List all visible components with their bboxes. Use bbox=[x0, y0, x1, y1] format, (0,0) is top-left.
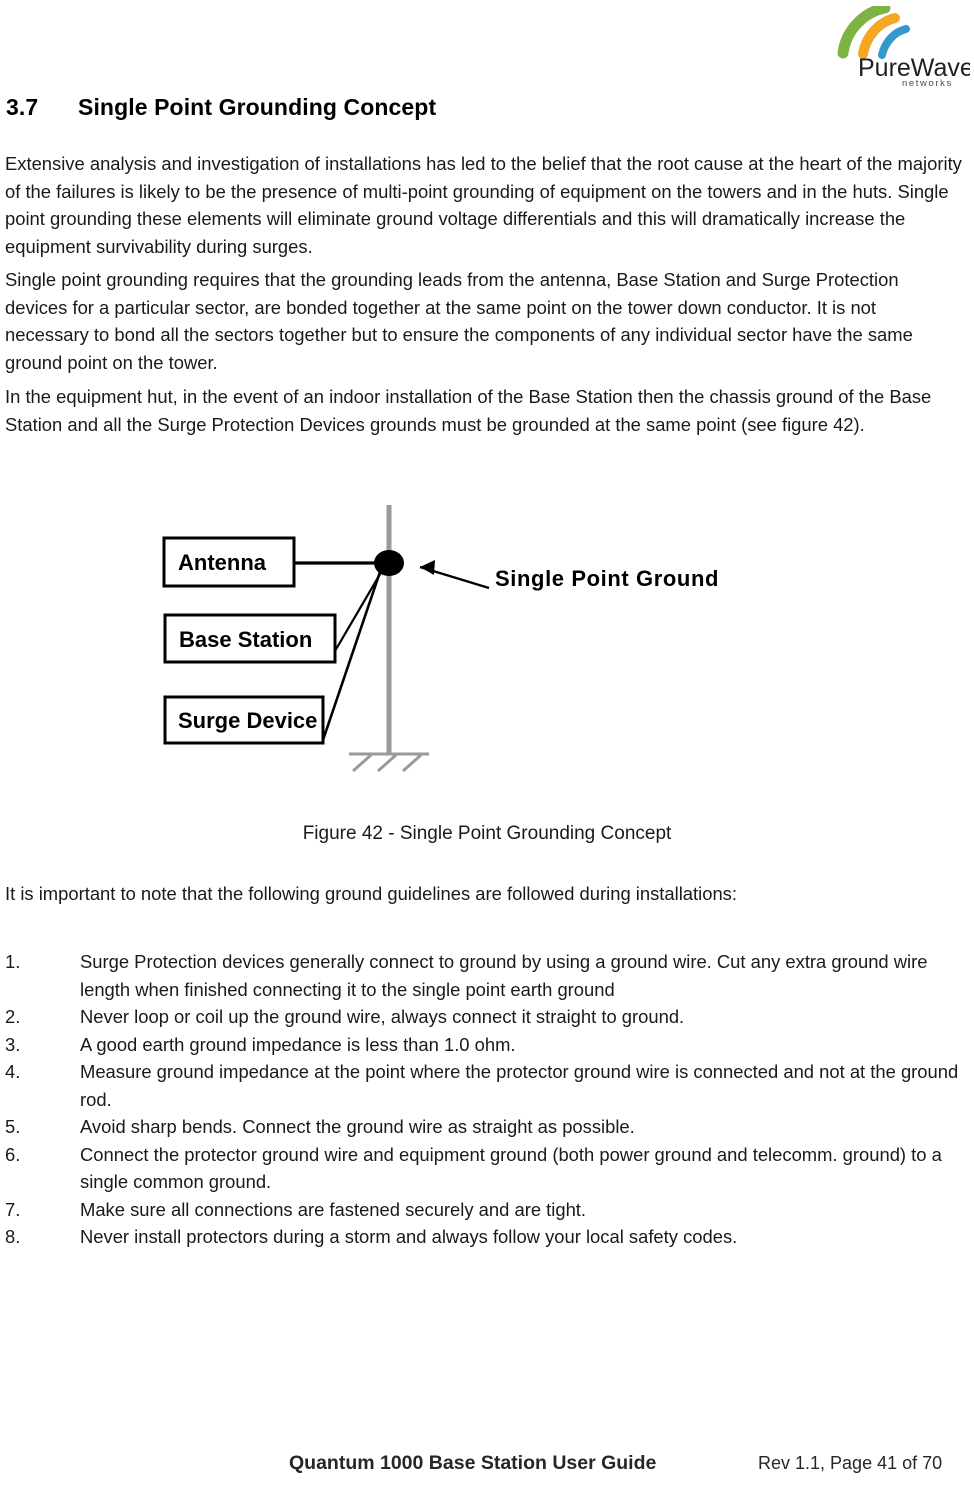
list-item-text: Make sure all connections are fastened s… bbox=[80, 1198, 587, 1220]
diagram-box-antenna-label: Antenna bbox=[178, 550, 267, 575]
list-item-text: A good earth ground impedance is less th… bbox=[80, 1033, 516, 1055]
section-title: Single Point Grounding Concept bbox=[78, 94, 437, 120]
list-item: 7. Make sure all connections are fastene… bbox=[5, 1196, 965, 1224]
list-item: 8. Never install protectors during a sto… bbox=[5, 1223, 965, 1251]
list-item-text: Never loop or coil up the ground wire, a… bbox=[80, 1006, 685, 1027]
list-item-number: 8. bbox=[5, 1226, 21, 1247]
diagram-box-surge-device-label: Surge Device bbox=[178, 708, 317, 733]
list-item-text: Avoid sharp bends. Connect the ground wi… bbox=[80, 1116, 635, 1137]
guidelines-list: 1. Surge Protection devices generally co… bbox=[5, 948, 965, 1251]
list-item-number: 4. bbox=[5, 1061, 21, 1082]
list-item-number: 1. bbox=[5, 951, 21, 972]
logo-arcs bbox=[837, 2, 910, 59]
earth-ground-symbol bbox=[349, 752, 429, 773]
section-number: 3.7 bbox=[6, 94, 39, 120]
figure-caption: Figure 42 - Single Point Grounding Conce… bbox=[302, 823, 672, 844]
single-point-ground-label: Single Point Ground bbox=[495, 566, 719, 591]
diagram-box-base-station: Base Station bbox=[163, 613, 337, 664]
list-item-number: 3. bbox=[5, 1033, 21, 1055]
page-footer: Quantum 1000 Base Station User Guide Rev… bbox=[0, 1452, 974, 1484]
footer-document-title: Quantum 1000 Base Station User Guide bbox=[289, 1452, 657, 1474]
list-item: 1. Surge Protection devices generally co… bbox=[5, 948, 965, 1003]
logo-tagline: networks bbox=[902, 78, 953, 88]
diagram-box-base-station-label: Base Station bbox=[179, 627, 312, 652]
single-point-ground-diagram: Antenna Base Station Surge Device Single… bbox=[140, 505, 740, 805]
list-item-text: Surge Protection devices generally conne… bbox=[80, 951, 928, 1000]
guidelines-intro: It is important to note that the followi… bbox=[5, 883, 737, 904]
callout-arrow bbox=[419, 560, 490, 590]
list-item-text: Never install protectors during a storm … bbox=[80, 1226, 738, 1247]
diagram-box-surge-device: Surge Device bbox=[163, 695, 325, 745]
list-item: 4. Measure ground impedance at the point… bbox=[5, 1058, 965, 1113]
list-item: 2. Never loop or coil up the ground wire… bbox=[5, 1003, 965, 1031]
list-item: 6. Connect the protector ground wire and… bbox=[5, 1141, 965, 1196]
diagram-box-antenna: Antenna bbox=[162, 536, 296, 588]
footer-revision-page: Rev 1.1, Page 41 of 70 bbox=[758, 1453, 943, 1473]
paragraph-3: In the equipment hut, in the event of an… bbox=[5, 386, 932, 435]
list-item-text: Connect the protector ground wire and eq… bbox=[80, 1143, 942, 1193]
paragraph-1: Extensive analysis and investigation of … bbox=[5, 153, 962, 257]
list-item-number: 2. bbox=[5, 1006, 21, 1027]
list-item: 3. A good earth ground impedance is less… bbox=[5, 1031, 965, 1059]
section-heading: 3.7 Single Point Grounding Concept bbox=[6, 94, 906, 121]
list-item-number: 5. bbox=[5, 1116, 21, 1137]
list-item-number: 6. bbox=[5, 1143, 21, 1165]
list-item: 5. Avoid sharp bends. Connect the ground… bbox=[5, 1113, 965, 1141]
list-item-number: 7. bbox=[5, 1198, 21, 1220]
paragraph-2: Single point grounding requires that the… bbox=[5, 269, 913, 373]
purewave-logo: PureWave networks bbox=[836, 2, 974, 89]
document-page: PureWave networks 3.7 Single Point Ground… bbox=[0, 0, 974, 1493]
single-point-ground-node bbox=[374, 550, 404, 576]
list-item-text: Measure ground impedance at the point wh… bbox=[80, 1061, 959, 1110]
